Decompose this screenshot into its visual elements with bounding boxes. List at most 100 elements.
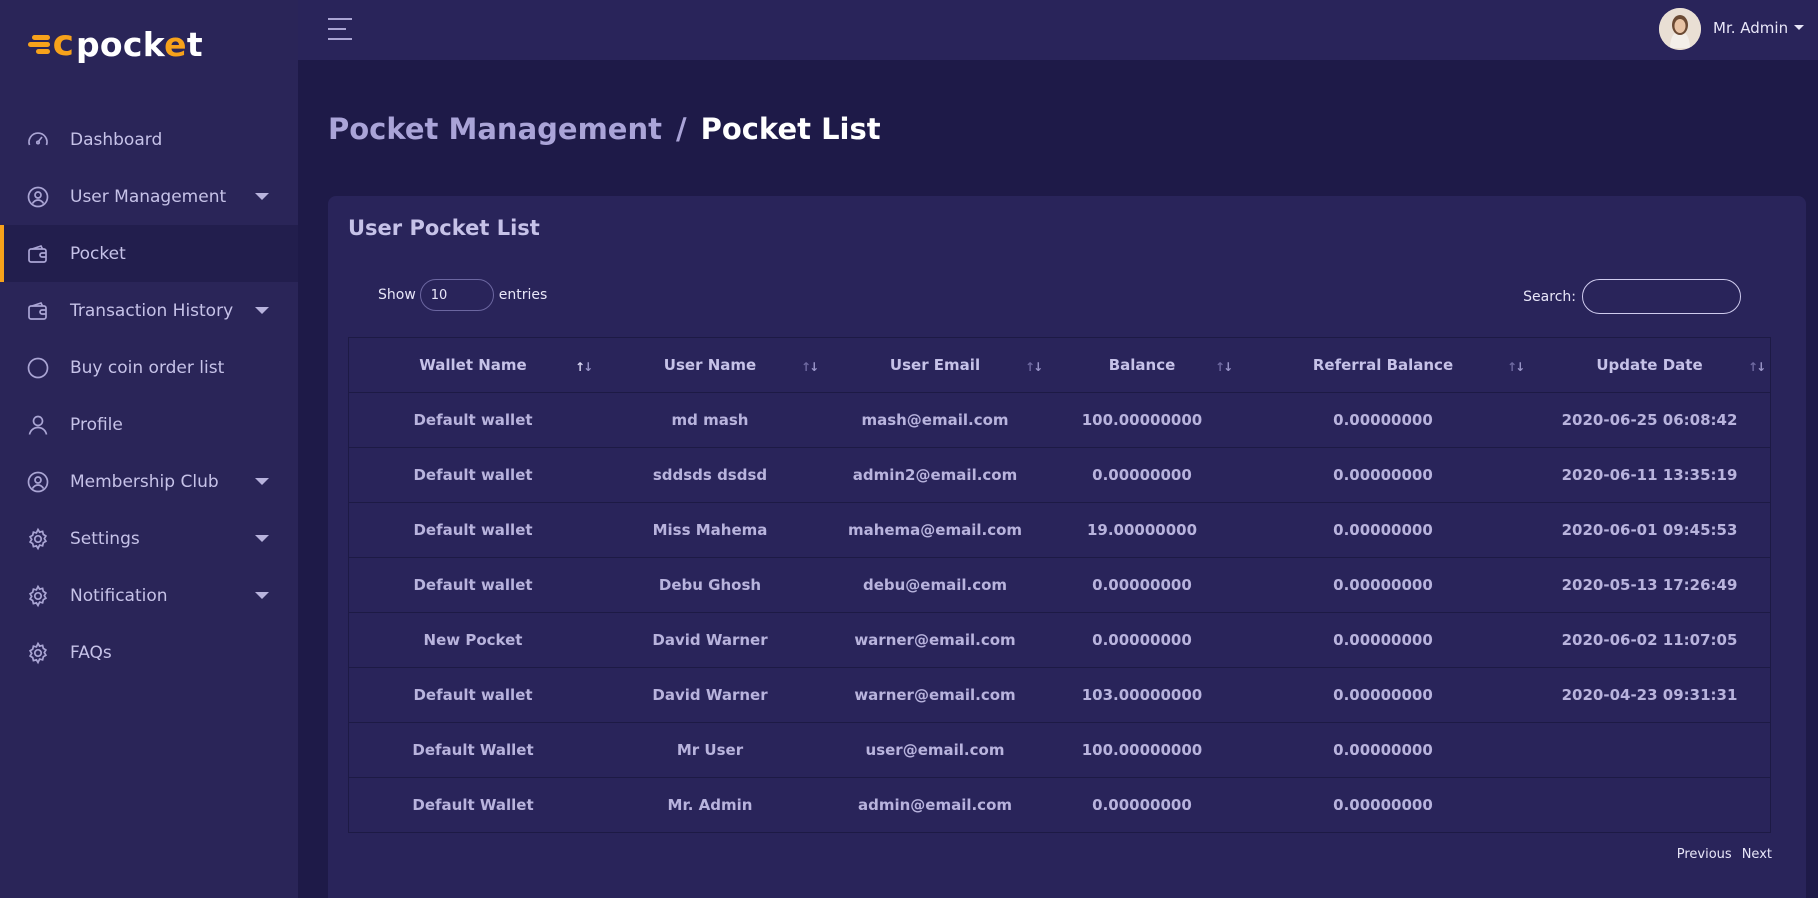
sidebar-item-buy-coin-order-list[interactable]: Buy coin order list bbox=[0, 339, 298, 396]
breadcrumb-parent[interactable]: Pocket Management bbox=[328, 112, 662, 146]
column-header-update-date[interactable]: Update Date ↑↓ bbox=[1529, 338, 1770, 392]
cell-referral-balance: 0.00000000 bbox=[1333, 686, 1433, 704]
previous-button[interactable]: Previous bbox=[1677, 847, 1732, 862]
table-row: Default wallet sddsds dsdsd admin2@email… bbox=[349, 448, 1770, 503]
cell-referral-balance: 0.00000000 bbox=[1333, 466, 1433, 484]
sidebar-item-profile[interactable]: Profile bbox=[0, 396, 298, 453]
sidebar-item-user-management[interactable]: User Management bbox=[0, 168, 298, 225]
user-name[interactable]: Mr. Admin bbox=[1713, 19, 1788, 37]
column-header-balance[interactable]: Balance ↑↓ bbox=[1047, 338, 1237, 392]
sidebar-item-label: Profile bbox=[70, 414, 123, 435]
sidebar-item-label: FAQs bbox=[70, 642, 112, 663]
entries-select[interactable]: 10 bbox=[419, 279, 494, 311]
cell-wallet-name: Default Wallet bbox=[412, 741, 534, 759]
cell-balance: 19.00000000 bbox=[1086, 521, 1198, 539]
table-row: Default Wallet Mr. Admin admin@email.com… bbox=[349, 778, 1770, 832]
cell-user-name: Debu Ghosh bbox=[658, 576, 762, 594]
next-button[interactable]: Next bbox=[1742, 847, 1772, 862]
menu-toggle-icon[interactable] bbox=[328, 18, 352, 40]
cell-referral-balance: 0.00000000 bbox=[1333, 576, 1433, 594]
breadcrumb: Pocket Management / Pocket List bbox=[328, 112, 881, 146]
logo-mark-icon: c bbox=[28, 26, 74, 62]
cell-balance: 103.00000000 bbox=[1081, 686, 1203, 704]
cell-wallet-name: Default wallet bbox=[413, 576, 533, 594]
cell-user-name: David Warner bbox=[652, 631, 768, 649]
sidebar-nav: Dashboard User Management Pocket Transac… bbox=[0, 111, 298, 681]
gear-icon bbox=[26, 527, 50, 551]
wallet-icon bbox=[26, 299, 50, 323]
chevron-down-icon[interactable] bbox=[255, 592, 269, 599]
cell-user-email: admin2@email.com bbox=[852, 466, 1018, 484]
cell-balance: 0.00000000 bbox=[1092, 631, 1192, 649]
show-entries: Show 10 entries bbox=[378, 279, 547, 311]
cell-update-date: 2020-04-23 09:31:31 bbox=[1561, 686, 1738, 704]
table-header: Wallet Name ↑↓ User Name ↑↓ User Email ↑↓ B… bbox=[349, 338, 1770, 393]
card-title: User Pocket List bbox=[348, 216, 540, 240]
sort-icon: ↑↓ bbox=[1507, 360, 1525, 374]
circle-icon bbox=[26, 356, 50, 380]
cell-update-date: 2020-06-02 11:07:05 bbox=[1561, 631, 1738, 649]
chevron-down-icon[interactable] bbox=[255, 535, 269, 542]
brand-logo[interactable]: c pocket bbox=[28, 24, 203, 64]
cell-referral-balance: 0.00000000 bbox=[1333, 521, 1433, 539]
show-label: Show bbox=[378, 287, 416, 303]
table-row: Default wallet Miss Mahema mahema@email.… bbox=[349, 503, 1770, 558]
cell-user-email: warner@email.com bbox=[854, 631, 1016, 649]
sort-icon: ↑↓ bbox=[801, 360, 819, 374]
sidebar-item-membership-club[interactable]: Membership Club bbox=[0, 453, 298, 510]
sidebar-item-label: User Management bbox=[70, 186, 227, 207]
cell-balance: 100.00000000 bbox=[1081, 741, 1203, 759]
cell-update-date bbox=[1529, 778, 1770, 832]
pocket-table: Wallet Name ↑↓ User Name ↑↓ User Email ↑↓ B… bbox=[348, 337, 1771, 833]
cell-user-name: Miss Mahema bbox=[652, 521, 768, 539]
column-header-referral-balance[interactable]: Referral Balance ↑↓ bbox=[1237, 338, 1529, 392]
cell-update-date: 2020-06-11 13:35:19 bbox=[1561, 466, 1738, 484]
cell-balance: 0.00000000 bbox=[1092, 576, 1192, 594]
sidebar-item-transaction-history[interactable]: Transaction History bbox=[0, 282, 298, 339]
column-header-user-email[interactable]: User Email ↑↓ bbox=[823, 338, 1047, 392]
cell-wallet-name: Default wallet bbox=[413, 466, 533, 484]
cell-referral-balance: 0.00000000 bbox=[1333, 741, 1433, 759]
table-row: Default wallet Debu Ghosh debu@email.com… bbox=[349, 558, 1770, 613]
table-search: Search: bbox=[1523, 279, 1741, 314]
sidebar-item-faqs[interactable]: FAQs bbox=[0, 624, 298, 681]
sort-icon: ↑↓ bbox=[1215, 360, 1233, 374]
sidebar-item-notification[interactable]: Notification bbox=[0, 567, 298, 624]
cell-update-date: 2020-06-01 09:45:53 bbox=[1561, 521, 1738, 539]
cell-user-email: debu@email.com bbox=[862, 576, 1008, 594]
gear-icon bbox=[26, 641, 50, 665]
cell-user-email: admin@email.com bbox=[857, 796, 1013, 814]
column-header-user-name[interactable]: User Name ↑↓ bbox=[597, 338, 823, 392]
sidebar-item-settings[interactable]: Settings bbox=[0, 510, 298, 567]
cell-balance: 0.00000000 bbox=[1092, 796, 1192, 814]
sidebar: c pocket Dashboard User Management Pocke… bbox=[0, 0, 298, 898]
cell-user-name: md mash bbox=[671, 411, 749, 429]
chevron-down-icon[interactable] bbox=[255, 478, 269, 485]
cell-wallet-name: New Pocket bbox=[423, 631, 523, 649]
cell-wallet-name: Default wallet bbox=[413, 686, 533, 704]
entries-label: entries bbox=[498, 287, 548, 303]
sidebar-item-dashboard[interactable]: Dashboard bbox=[0, 111, 298, 168]
chevron-down-icon[interactable] bbox=[1794, 25, 1804, 30]
column-header-wallet-name[interactable]: Wallet Name ↑↓ bbox=[349, 338, 597, 392]
person-icon bbox=[26, 413, 50, 437]
avatar[interactable] bbox=[1659, 8, 1701, 50]
cell-user-name: Mr User bbox=[676, 741, 744, 759]
wallet-icon bbox=[26, 242, 50, 266]
sidebar-item-label: Membership Club bbox=[70, 471, 219, 492]
chevron-down-icon[interactable] bbox=[255, 193, 269, 200]
cell-user-name: Mr. Admin bbox=[667, 796, 753, 814]
gauge-icon bbox=[26, 128, 50, 152]
table-row: Default wallet David Warner warner@email… bbox=[349, 668, 1770, 723]
sort-icon: ↑↓ bbox=[1748, 360, 1766, 374]
search-input[interactable] bbox=[1582, 279, 1741, 314]
cell-user-name: sddsds dsdsd bbox=[652, 466, 768, 484]
cell-wallet-name: Default Wallet bbox=[412, 796, 534, 814]
chevron-down-icon[interactable] bbox=[255, 307, 269, 314]
cell-referral-balance: 0.00000000 bbox=[1333, 411, 1433, 429]
cell-referral-balance: 0.00000000 bbox=[1333, 796, 1433, 814]
table-row: New Pocket David Warner warner@email.com… bbox=[349, 613, 1770, 668]
sidebar-item-label: Notification bbox=[70, 585, 168, 606]
sidebar-item-pocket[interactable]: Pocket bbox=[0, 225, 298, 282]
cell-update-date: 2020-06-25 06:08:42 bbox=[1561, 411, 1738, 429]
